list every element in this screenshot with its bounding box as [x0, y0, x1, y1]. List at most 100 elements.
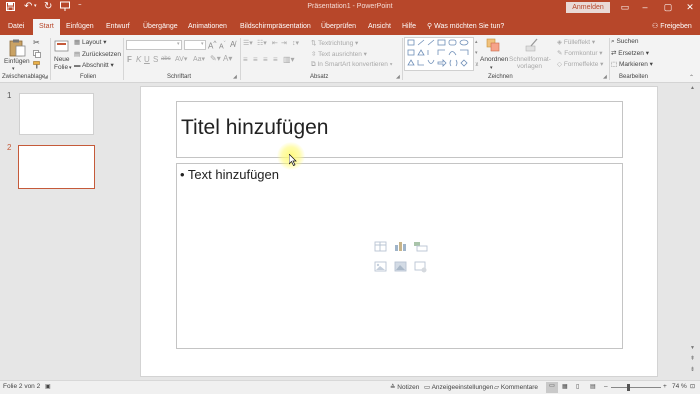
vertical-scrollbar[interactable]: ▲ ▼ ⇞ ⇟: [686, 83, 700, 380]
new-slide-button[interactable]: [54, 38, 70, 56]
tell-me-search[interactable]: ⚲ Was möchten Sie tun?: [427, 19, 504, 34]
bullets-icon[interactable]: ☰▾: [243, 39, 253, 47]
tab-help[interactable]: Hilfe: [402, 19, 416, 35]
minimize-icon[interactable]: –: [637, 1, 653, 14]
insert-online-picture-icon[interactable]: [394, 261, 407, 272]
scroll-down-icon[interactable]: ▼: [690, 345, 695, 351]
increase-indent-icon[interactable]: ⇥: [281, 39, 287, 47]
char-spacing-icon[interactable]: AV▾: [175, 55, 187, 63]
smartart-button[interactable]: ⧉ In SmartArt konvertieren ▾: [311, 61, 392, 69]
insert-smartart-icon[interactable]: [414, 242, 428, 252]
zoom-slider[interactable]: [611, 387, 661, 388]
numbering-icon[interactable]: ☷▾: [257, 39, 267, 47]
align-center-icon[interactable]: ≡: [253, 55, 258, 64]
shadow-button[interactable]: S: [153, 55, 158, 64]
fit-to-window-icon[interactable]: ⊡: [690, 383, 695, 390]
reading-view-icon[interactable]: ▯: [576, 383, 579, 390]
zoom-in-button[interactable]: +: [663, 383, 667, 390]
share-button[interactable]: ⚇ Freigeben: [652, 19, 692, 34]
clipboard-launcher-icon[interactable]: ◢: [44, 74, 48, 80]
replace-button[interactable]: ⇄ Ersetzen ▾: [611, 49, 649, 57]
next-slide-icon[interactable]: ⇟: [690, 366, 695, 373]
slide-sorter-icon[interactable]: ▦: [562, 383, 568, 390]
shapes-scroll-down-icon[interactable]: ▾: [475, 50, 478, 56]
quick-styles-button[interactable]: [525, 38, 539, 54]
display-settings-button[interactable]: ▭ Anzeigeeinstellungen: [424, 383, 493, 391]
clear-formatting-icon[interactable]: A̸: [230, 40, 235, 49]
notes-button[interactable]: ≙ Notizen: [390, 383, 419, 391]
shrink-font-icon[interactable]: Aˇ: [219, 41, 226, 50]
shape-effects-button[interactable]: ◇ Formeffekte ▾: [557, 60, 603, 68]
find-button[interactable]: ⌕ Suchen: [611, 38, 639, 46]
underline-button[interactable]: U: [144, 55, 150, 64]
close-icon[interactable]: ✕: [682, 1, 698, 14]
slideshow-icon[interactable]: ▤: [590, 383, 596, 390]
layout-button[interactable]: ▦ Layout ▾: [74, 38, 107, 46]
shape-fill-button[interactable]: ◈ Fülleffekt ▾: [557, 38, 595, 46]
collapse-ribbon-icon[interactable]: ⌃: [689, 74, 694, 81]
tab-view[interactable]: Ansicht: [368, 19, 391, 35]
comments-button[interactable]: ▱ Kommentare: [494, 383, 538, 391]
slide-thumbnail-1[interactable]: [19, 93, 94, 135]
shapes-gallery[interactable]: [404, 37, 474, 71]
slide-thumbnail-2[interactable]: [18, 145, 95, 189]
format-painter-icon[interactable]: [33, 61, 42, 71]
tab-animations[interactable]: Animationen: [188, 19, 227, 35]
grow-font-icon[interactable]: A^: [208, 40, 216, 51]
reset-button[interactable]: ▤ Zurücksetzen: [74, 50, 121, 58]
copy-icon[interactable]: [33, 50, 41, 60]
arrange-button[interactable]: [486, 38, 500, 54]
tab-transitions[interactable]: Übergänge: [143, 19, 178, 35]
paste-button[interactable]: [7, 38, 27, 60]
shape-outline-button[interactable]: ✎ Formkontur ▾: [557, 49, 603, 57]
font-size-dropdown-icon[interactable]: ▾: [201, 41, 204, 47]
arrange-dropdown-icon[interactable]: ▾: [490, 65, 493, 71]
tab-design[interactable]: Entwurf: [106, 19, 130, 35]
tab-file[interactable]: Datei: [8, 19, 24, 35]
insert-chart-icon[interactable]: [395, 242, 406, 251]
shapes-more-icon[interactable]: ⊻: [475, 62, 479, 68]
insert-table-icon[interactable]: [374, 241, 387, 252]
previous-slide-icon[interactable]: ⇞: [690, 355, 695, 362]
content-placeholder[interactable]: • Text hinzufügen: [176, 163, 623, 349]
font-color-icon[interactable]: A▾: [223, 54, 232, 63]
zoom-level[interactable]: 74 %: [672, 383, 687, 390]
font-name-combo[interactable]: [126, 40, 182, 50]
align-text-button[interactable]: ⇳ Text ausrichten ▾: [311, 50, 367, 58]
insert-picture-icon[interactable]: [374, 261, 387, 272]
ribbon-display-options-icon[interactable]: ▭: [617, 1, 633, 14]
maximize-icon[interactable]: ▢: [660, 1, 676, 14]
font-launcher-icon[interactable]: ◢: [233, 74, 237, 80]
cut-icon[interactable]: ✂: [33, 38, 40, 47]
tab-insert[interactable]: Einfügen: [66, 19, 94, 35]
columns-icon[interactable]: ▥▾: [283, 55, 295, 64]
zoom-out-button[interactable]: –: [604, 383, 608, 390]
strikethrough-button[interactable]: abc: [161, 56, 171, 62]
slide-canvas[interactable]: Titel hinzufügen • Text hinzufügen: [140, 86, 658, 377]
tab-slideshow[interactable]: Bildschirmpräsentation: [240, 19, 311, 35]
title-placeholder[interactable]: Titel hinzufügen: [176, 101, 623, 158]
change-case-icon[interactable]: Aa▾: [193, 55, 205, 63]
tab-review[interactable]: Überprüfen: [321, 19, 356, 35]
justify-icon[interactable]: ≡: [273, 55, 278, 64]
tab-home[interactable]: Start: [33, 19, 60, 35]
align-left-icon[interactable]: ≡: [243, 55, 248, 64]
insert-video-icon[interactable]: [414, 261, 427, 273]
select-button[interactable]: ⬚ Markieren ▾: [611, 60, 653, 68]
spellcheck-icon[interactable]: ▣: [45, 383, 51, 390]
text-direction-button[interactable]: ⇅ Textrichtung ▾: [311, 39, 358, 47]
italic-button[interactable]: K: [136, 55, 141, 64]
highlight-color-icon[interactable]: ✎▾: [210, 54, 221, 63]
paste-dropdown-icon[interactable]: ▾: [12, 66, 15, 72]
decrease-indent-icon[interactable]: ⇤: [272, 39, 278, 47]
new-slide-dropdown-icon[interactable]: ▾: [69, 65, 72, 71]
shapes-scroll-up-icon[interactable]: ▴: [475, 39, 478, 45]
align-right-icon[interactable]: ≡: [263, 55, 268, 64]
font-name-dropdown-icon[interactable]: ▾: [177, 41, 180, 47]
drawing-launcher-icon[interactable]: ◢: [603, 74, 607, 80]
section-button[interactable]: ▬ Abschnitt ▾: [74, 61, 114, 69]
line-spacing-icon[interactable]: ↕▾: [292, 39, 299, 47]
paragraph-launcher-icon[interactable]: ◢: [396, 74, 400, 80]
normal-view-icon[interactable]: ▭: [546, 382, 558, 393]
bold-button[interactable]: F: [127, 55, 132, 64]
